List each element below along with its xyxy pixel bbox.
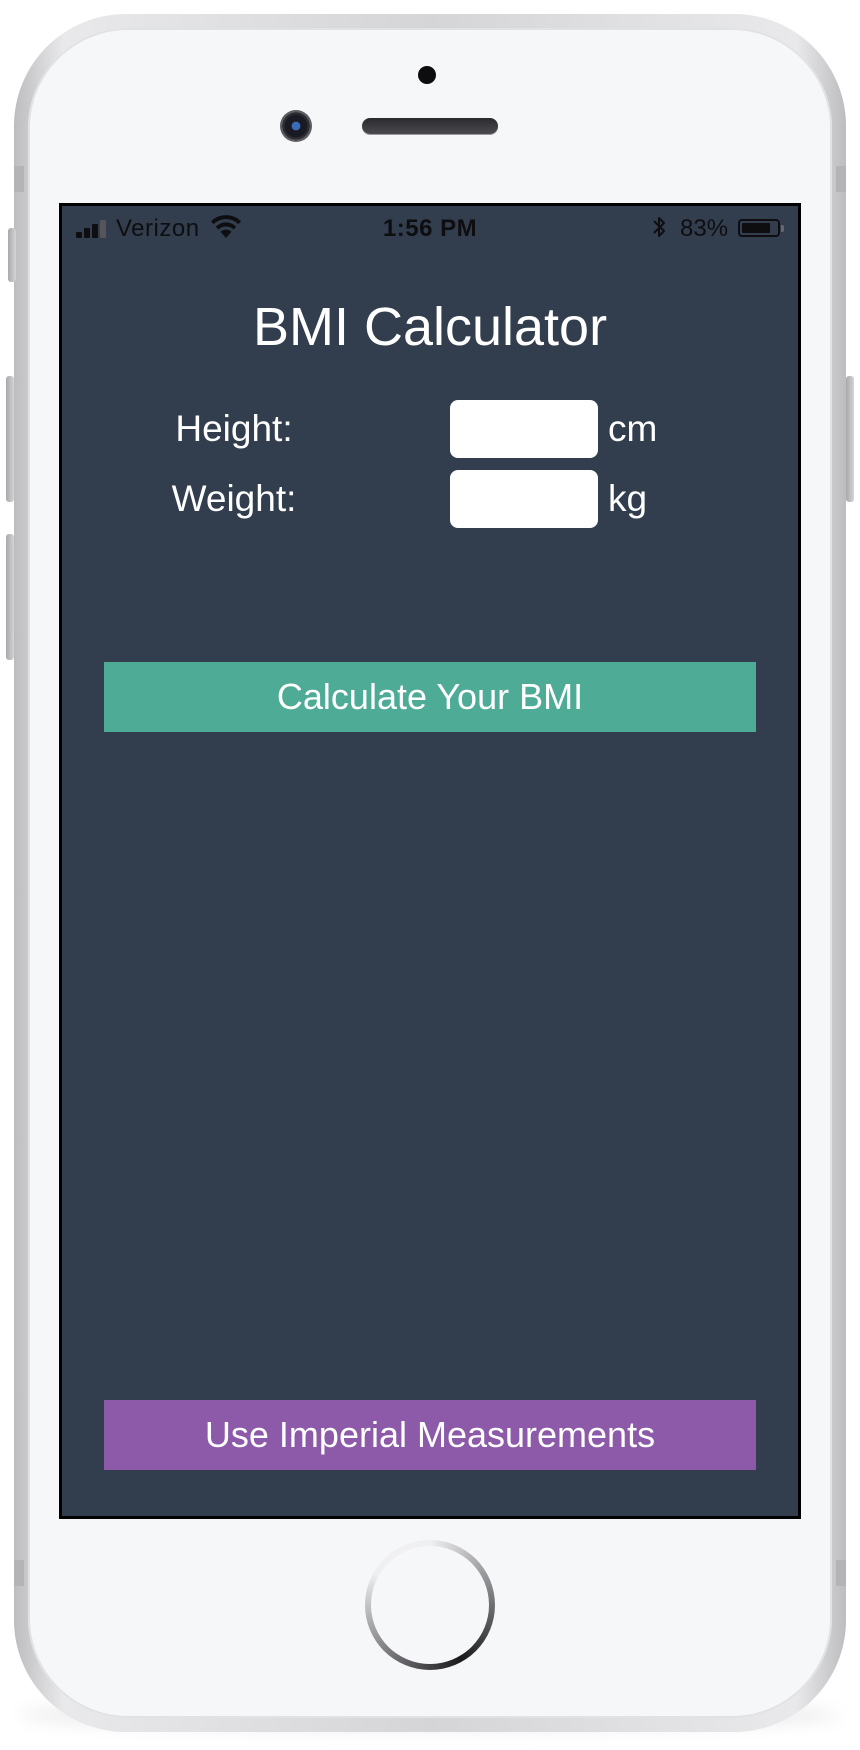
app-screen: Verizon 1:56 PM 83% BMI Calculator Heigh… [62,206,798,1516]
battery-percentage: 83% [680,215,729,242]
antenna-band [14,1560,24,1586]
volume-down-button [6,534,14,660]
battery-cap [781,225,784,232]
height-unit-label: cm [608,408,658,449]
battery-fill [742,223,771,233]
mute-switch [8,228,16,282]
weight-label: Weight: [171,478,297,519]
antenna-band [836,1560,846,1586]
earpiece-speaker [362,118,498,134]
use-imperial-button[interactable]: Use Imperial Measurements [104,1400,756,1470]
antenna-band [14,166,24,192]
antenna-band [836,166,846,192]
calculate-bmi-button[interactable]: Calculate Your BMI [104,662,756,732]
weight-unit-label: kg [608,478,648,519]
front-camera-icon [418,66,436,84]
home-button[interactable] [365,1540,495,1670]
height-label: Height: [175,408,293,449]
status-bar: Verizon 1:56 PM 83% [62,206,798,250]
camera-lens-icon [282,112,310,140]
weight-input[interactable] [450,470,598,528]
height-input[interactable] [450,400,598,458]
battery-icon [738,219,780,237]
page-title: BMI Calculator [252,297,608,357]
power-button [846,376,854,502]
bluetooth-icon [653,217,665,237]
volume-up-button [6,376,14,502]
